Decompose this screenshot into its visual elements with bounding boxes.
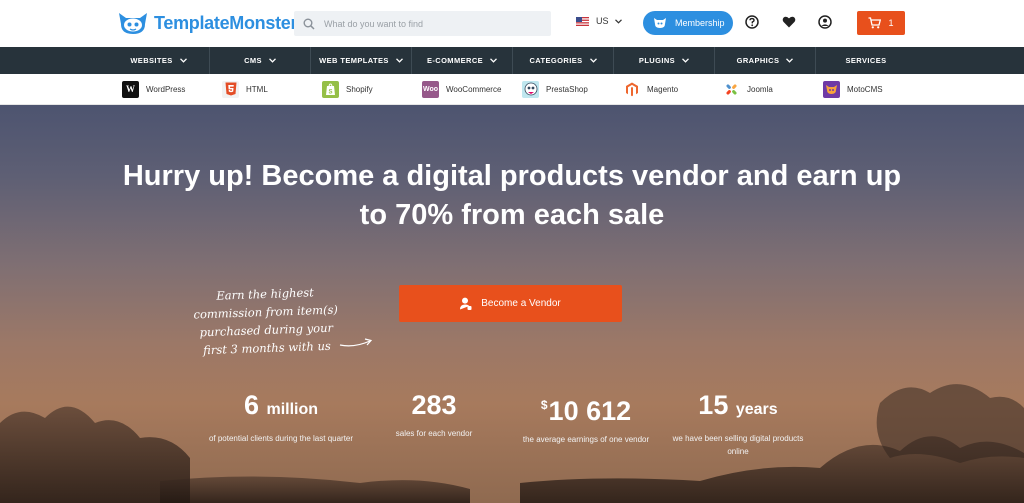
help-icon[interactable] — [745, 15, 759, 29]
stat-average-earnings: $10 612 the average earnings of one vend… — [511, 389, 661, 446]
nav-item-label: E-COMMERCE — [426, 56, 484, 65]
membership-button[interactable]: Membership — [643, 11, 733, 35]
cart-count: 1 — [888, 18, 894, 28]
nav-item-label: PLUGINS — [638, 56, 676, 65]
woocommerce-icon: Woo — [422, 80, 439, 98]
platforms-bar: W WordPress HTML S Shopify Woo WooCommer… — [0, 74, 1024, 105]
stat-description: of potential clients during the last qua… — [208, 434, 354, 443]
cart-button[interactable]: 1 — [857, 11, 905, 35]
stat-value: 10 612 — [548, 396, 632, 426]
stat-description: sales for each vendor — [395, 429, 473, 438]
chevron-down-icon — [589, 58, 597, 63]
platform-link-woocommerce[interactable]: Woo WooCommerce — [422, 80, 501, 98]
platform-label: WordPress — [146, 84, 186, 94]
chevron-down-icon — [490, 58, 498, 63]
stat-value: 6 — [243, 390, 259, 420]
platform-label: MotoCMS — [847, 84, 883, 94]
joomla-icon — [723, 80, 740, 98]
prestashop-icon — [522, 80, 539, 98]
search-icon[interactable] — [294, 11, 324, 36]
category-nav: WEBSITES CMS WEB TEMPLATES E-COMMERCE CA… — [0, 47, 1024, 74]
locale-label: US — [596, 16, 609, 26]
nav-item-label: CMS — [244, 56, 262, 65]
hero-section: Hurry up! Become a digital products vend… — [0, 105, 1024, 503]
chevron-down-icon — [614, 18, 622, 24]
wordpress-icon: W — [122, 80, 139, 98]
stat-description: we have been selling digital products on… — [672, 434, 804, 456]
chevron-down-icon — [395, 58, 403, 63]
stat-value-row: 6 million — [206, 389, 356, 426]
locale-selector[interactable]: US — [576, 16, 622, 26]
us-flag-icon — [576, 16, 589, 26]
nav-item-label: WEB TEMPLATES — [319, 56, 389, 65]
become-vendor-button[interactable]: Become a Vendor — [399, 285, 622, 322]
vendor-user-icon — [460, 297, 472, 310]
platform-link-magento[interactable]: Magento — [623, 80, 678, 98]
nav-item-label: CATEGORIES — [529, 56, 583, 65]
nav-item-web-templates[interactable]: WEB TEMPLATES — [310, 47, 411, 74]
stat-description: the average earnings of one vendor — [522, 435, 650, 444]
chevron-down-icon — [179, 58, 187, 63]
nav-item-e-commerce[interactable]: E-COMMERCE — [411, 47, 512, 74]
search-input[interactable] — [324, 18, 534, 29]
nav-item-services[interactable]: SERVICES — [815, 47, 916, 74]
logo-text: TemplateMonster — [154, 12, 298, 33]
stat-unit: years — [735, 401, 778, 418]
platform-label: Magento — [647, 84, 679, 94]
platform-link-prestashop[interactable]: PrestaShop — [522, 80, 588, 98]
nav-item-label: WEBSITES — [130, 56, 173, 65]
platform-label: PrestaShop — [546, 84, 588, 94]
nav-item-categories[interactable]: CATEGORIES — [512, 47, 613, 74]
nav-item-plugins[interactable]: PLUGINS — [613, 47, 714, 74]
hero-title: Hurry up! Become a digital products vend… — [122, 160, 902, 231]
platform-label: WooCommerce — [446, 84, 502, 94]
logo[interactable]: TemplateMonster — [116, 9, 298, 37]
nav-item-websites[interactable]: WEBSITES — [108, 47, 209, 74]
nav-item-label: GRAPHICS — [736, 56, 780, 65]
shopify-icon: S — [322, 80, 339, 98]
platform-link-motocms[interactable]: MotoCMS — [823, 80, 883, 98]
nav-item-label: SERVICES — [845, 56, 887, 65]
platform-link-joomla[interactable]: Joomla — [723, 80, 773, 98]
platform-link-shopify[interactable]: S Shopify — [322, 80, 373, 98]
account-icon[interactable] — [818, 15, 832, 29]
nav-item-cms[interactable]: CMS — [209, 47, 310, 74]
magento-icon — [623, 80, 640, 98]
monster-logo-icon — [119, 13, 147, 34]
html5-icon — [222, 80, 239, 98]
promo-note: Earn the highest commission from item(s)… — [193, 285, 339, 358]
stat-years-selling: 15 years we have been selling digital pr… — [663, 389, 813, 458]
cart-icon — [868, 17, 882, 29]
platform-label: HTML — [246, 84, 268, 94]
stat-value: 283 — [411, 390, 457, 420]
svg-text:S: S — [328, 89, 332, 95]
motocms-icon — [823, 80, 840, 98]
platform-label: Joomla — [747, 84, 773, 94]
stat-unit: million — [266, 401, 319, 418]
stat-potential-clients: 6 million of potential clients during th… — [206, 389, 356, 445]
arrow-doodle-icon — [339, 338, 373, 347]
stat-value: 15 — [698, 390, 729, 420]
search-box — [294, 11, 551, 36]
membership-monster-icon — [654, 18, 666, 28]
chevron-down-icon — [786, 58, 794, 63]
stat-value-row: $10 612 — [511, 389, 661, 427]
nav-item-graphics[interactable]: GRAPHICS — [714, 47, 815, 74]
platform-label: Shopify — [346, 84, 373, 94]
platform-link-html[interactable]: HTML — [222, 80, 268, 98]
top-header: TemplateMonster US Membership — [0, 0, 1024, 47]
membership-label: Membership — [675, 18, 725, 28]
stat-currency: $ — [540, 398, 548, 412]
chevron-down-icon — [268, 58, 276, 63]
platform-link-wordpress[interactable]: W WordPress — [122, 80, 185, 98]
stat-value-row: 283 — [359, 389, 509, 421]
chevron-down-icon — [682, 58, 690, 63]
become-vendor-label: Become a Vendor — [481, 298, 561, 309]
stat-value-row: 15 years — [663, 389, 813, 426]
heart-icon[interactable] — [782, 15, 796, 29]
stat-sales-per-vendor: 283 sales for each vendor — [359, 389, 509, 440]
